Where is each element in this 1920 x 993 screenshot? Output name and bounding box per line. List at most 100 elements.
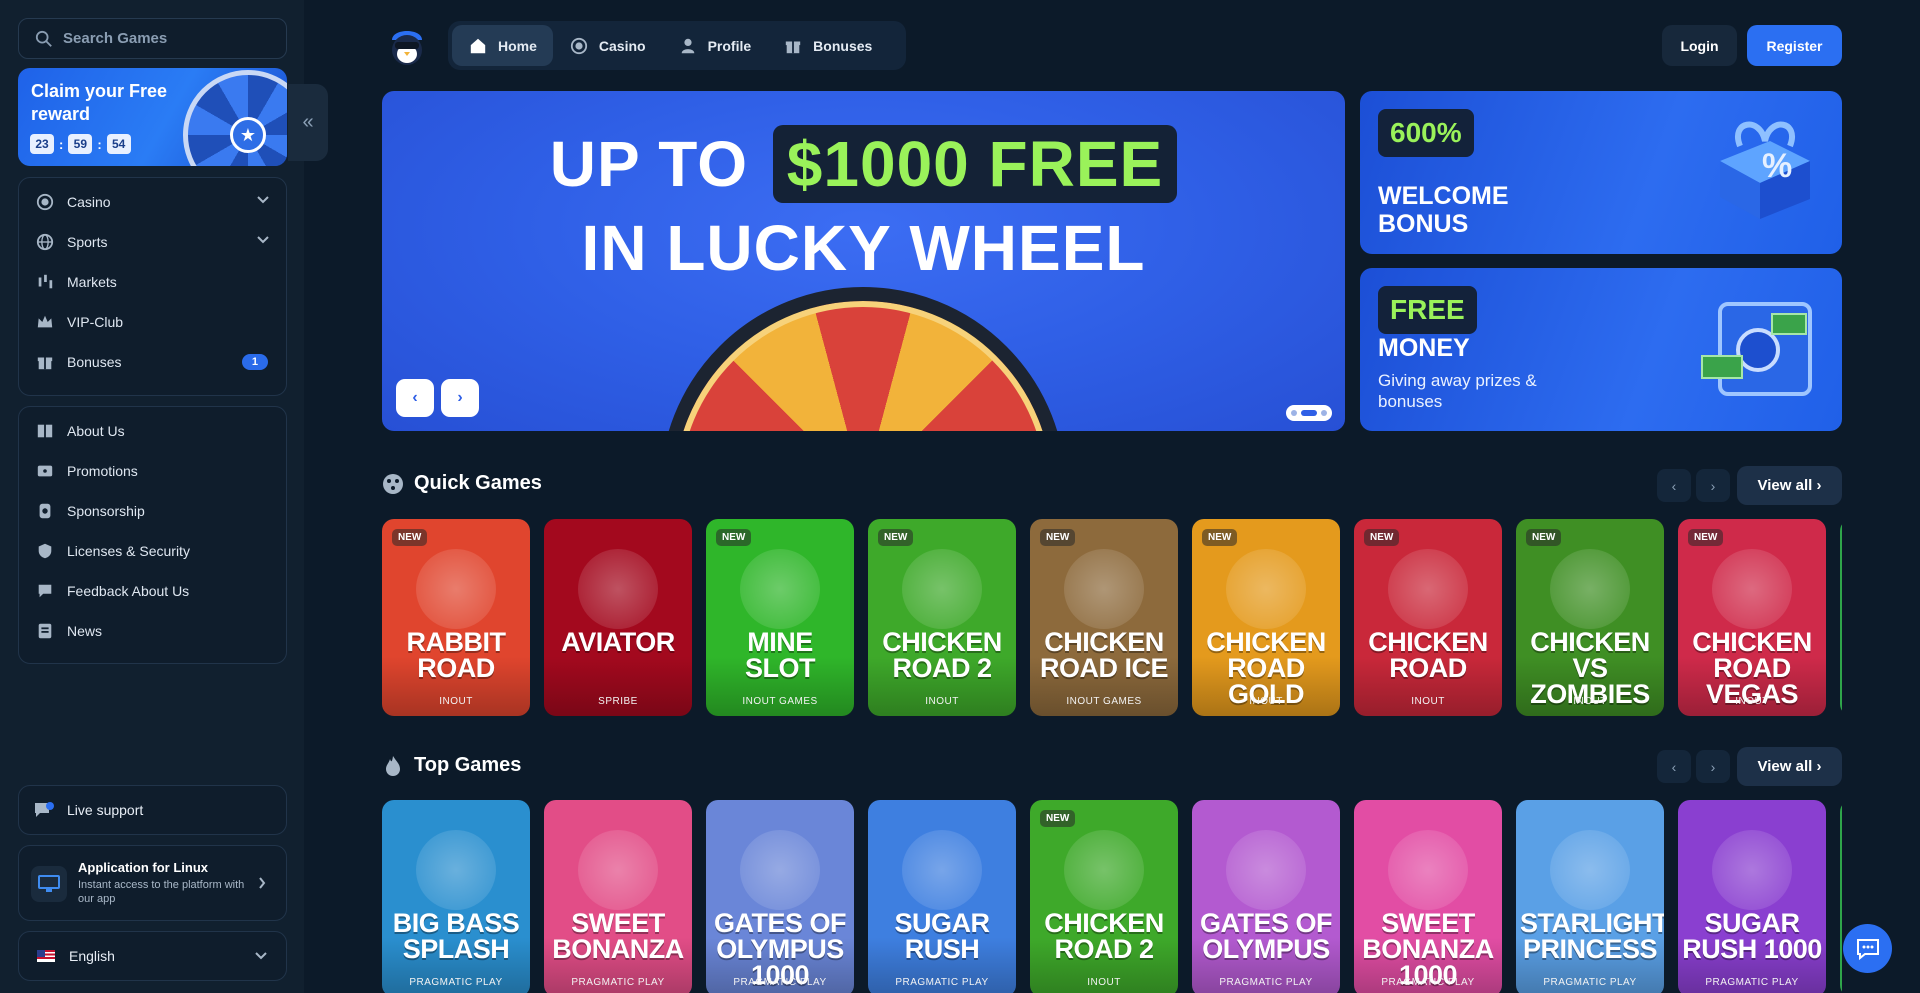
game-card[interactable]: NEW CHICKEN ROAD GOLD INOUT <box>1192 519 1340 716</box>
promo-title-line2: BONUS <box>1378 210 1469 238</box>
sidebar-item-label: News <box>67 623 103 639</box>
language-selector[interactable]: English <box>18 931 287 981</box>
live-support-button[interactable]: Live support <box>18 785 287 835</box>
game-title: CHICKEN ROAD 2 <box>1044 908 1164 964</box>
welcome-bonus-banner[interactable]: 600% WELCOME BONUS % <box>1360 91 1842 254</box>
tab-label: Bonuses <box>813 37 873 54</box>
game-title: STARLIGHT PRINCESS <box>1520 908 1664 964</box>
game-card-partial[interactable] <box>1840 519 1842 716</box>
top-games-next-button[interactable]: › <box>1696 750 1730 783</box>
game-artwork <box>1064 830 1144 910</box>
game-title: SUGAR RUSH <box>894 908 990 964</box>
game-provider: INOUT GAMES <box>1066 696 1142 707</box>
new-badge: NEW <box>1040 810 1076 827</box>
collapse-sidebar-button[interactable]: « <box>288 84 328 161</box>
game-card[interactable]: NEW CHICKEN ROAD 2 INOUT <box>1030 800 1178 993</box>
search-input[interactable] <box>63 30 263 47</box>
quick-games-prev-button[interactable]: ‹ <box>1657 469 1691 502</box>
chat-icon <box>1856 938 1879 960</box>
game-card[interactable]: SUGAR RUSH 1000 PRAGMATIC PLAY <box>1678 800 1826 993</box>
promo-tag: FREE <box>1378 286 1477 334</box>
game-provider: INOUT GAMES <box>742 696 818 707</box>
new-badge: NEW <box>878 529 914 546</box>
search-icon <box>35 30 52 47</box>
game-card[interactable]: NEW RABBIT ROAD INOUT <box>382 519 530 716</box>
sidebar-item-bonuses[interactable]: Bonuses 1 <box>19 342 286 382</box>
game-card[interactable]: NEW CHICKEN VS ZOMBIES INOUT <box>1516 519 1664 716</box>
carousel-pagination[interactable] <box>1286 405 1332 421</box>
quick-games-heading: Quick Games <box>382 472 542 495</box>
game-artwork <box>1712 830 1792 910</box>
game-provider: PRAGMATIC PLAY <box>1705 977 1799 988</box>
game-card-partial[interactable] <box>1840 800 1842 993</box>
chat-widget-button[interactable] <box>1843 924 1892 973</box>
hero-prefix: UP TO <box>549 128 749 200</box>
reward-countdown: 23: 59: 54 <box>30 134 131 154</box>
sidebar-item-vip-club[interactable]: VIP-Club <box>19 302 286 342</box>
sidebar-item-label: Feedback About Us <box>67 583 190 599</box>
sidebar-item-markets[interactable]: Markets <box>19 262 286 302</box>
chevron-down-icon <box>255 952 267 960</box>
top-games-prev-button[interactable]: ‹ <box>1657 750 1691 783</box>
site-logo[interactable] <box>386 22 428 68</box>
main-nav: Casino Sports Markets VIP-Club Bonuses 1 <box>18 177 287 396</box>
game-card[interactable]: SWEET BONANZA PRAGMATIC PLAY <box>544 800 692 993</box>
sidebar-item-sports[interactable]: Sports <box>19 222 286 262</box>
sidebar-item-news[interactable]: News <box>19 611 286 651</box>
hero-headline-line2: IN LUCKY WHEEL <box>581 212 1146 284</box>
sidebar-item-licenses-security[interactable]: Licenses & Security <box>19 531 286 571</box>
login-button[interactable]: Login <box>1662 25 1737 66</box>
us-flag-icon <box>37 950 55 962</box>
game-card[interactable]: NEW CHICKEN ROAD 2 INOUT <box>868 519 1016 716</box>
tab-bonuses[interactable]: Bonuses <box>767 25 888 66</box>
chevron-down-icon[interactable] <box>256 235 270 245</box>
sidebar-item-label: Sponsorship <box>67 503 145 519</box>
app-card-subtitle: Instant access to the platform with our … <box>78 879 245 905</box>
sidebar-item-promotions[interactable]: Promotions <box>19 451 286 491</box>
countdown-seconds: 54 <box>106 134 131 154</box>
tab-casino[interactable]: Casino <box>553 25 662 66</box>
tab-profile[interactable]: Profile <box>662 25 768 66</box>
tab-home[interactable]: Home <box>452 25 553 66</box>
hero-highlight: $1000 FREE <box>772 125 1178 203</box>
search-box[interactable] <box>18 18 287 59</box>
game-card[interactable]: NEW MINE SLOT INOUT GAMES <box>706 519 854 716</box>
game-title: AVIATOR <box>561 627 675 657</box>
monitor-icon <box>31 866 67 902</box>
linux-app-card[interactable]: Application for Linux Instant access to … <box>18 845 287 921</box>
game-card[interactable]: STARLIGHT PRINCESS PRAGMATIC PLAY <box>1516 800 1664 993</box>
game-card[interactable]: AVIATOR SPRIBE <box>544 519 692 716</box>
carousel-prev-button[interactable]: ‹ <box>396 379 434 417</box>
game-card[interactable]: GATES OF OLYMPUS PRAGMATIC PLAY <box>1192 800 1340 993</box>
quick-games-view-all-button[interactable]: View all › <box>1737 466 1842 505</box>
promo-title-line1: WELCOME <box>1378 182 1509 210</box>
sidebar-item-about-us[interactable]: About Us <box>19 411 286 451</box>
top-games-view-all-button[interactable]: View all › <box>1737 747 1842 786</box>
countdown-minutes: 59 <box>68 134 93 154</box>
chevron-right-icon <box>259 877 266 889</box>
game-provider: INOUT <box>1411 696 1445 707</box>
bonuses-count-badge: 1 <box>241 354 268 370</box>
carousel-next-button[interactable]: › <box>441 379 479 417</box>
free-money-banner[interactable]: FREE MONEY Giving away prizes & bonuses <box>1360 268 1842 431</box>
game-provider: INOUT <box>1573 696 1607 707</box>
chevron-down-icon[interactable] <box>256 195 270 205</box>
game-card[interactable]: NEW CHICKEN ROAD VEGAS INOUT <box>1678 519 1826 716</box>
sidebar-item-casino[interactable]: Casino <box>19 182 286 222</box>
game-card[interactable]: SWEET BONANZA 1000 PRAGMATIC PLAY <box>1354 800 1502 993</box>
game-card[interactable]: NEW CHICKEN ROAD INOUT <box>1354 519 1502 716</box>
game-card[interactable]: GATES OF OLYMPUS 1000 PRAGMATIC PLAY <box>706 800 854 993</box>
new-badge: NEW <box>392 529 428 546</box>
free-reward-banner[interactable]: Claim your Free reward 23: 59: 54 ★ <box>18 68 287 166</box>
top-games-row: BIG BASS SPLASH PRAGMATIC PLAY SWEET BONAN… <box>382 800 1842 993</box>
quick-games-next-button[interactable]: › <box>1696 469 1730 502</box>
register-button[interactable]: Register <box>1747 25 1842 66</box>
sidebar-item-sponsorship[interactable]: Sponsorship <box>19 491 286 531</box>
game-card[interactable]: BIG BASS SPLASH PRAGMATIC PLAY <box>382 800 530 993</box>
sidebar-item-feedback[interactable]: Feedback About Us <box>19 571 286 611</box>
game-card[interactable]: SUGAR RUSH PRAGMATIC PLAY <box>868 800 1016 993</box>
game-provider: INOUT <box>925 696 959 707</box>
game-card[interactable]: NEW CHICKEN ROAD ICE INOUT GAMES <box>1030 519 1178 716</box>
sidebar-item-label: About Us <box>67 423 125 439</box>
hero-carousel[interactable]: UP TO $1000 FREE IN LUCKY WHEEL ‹ › <box>382 91 1345 431</box>
